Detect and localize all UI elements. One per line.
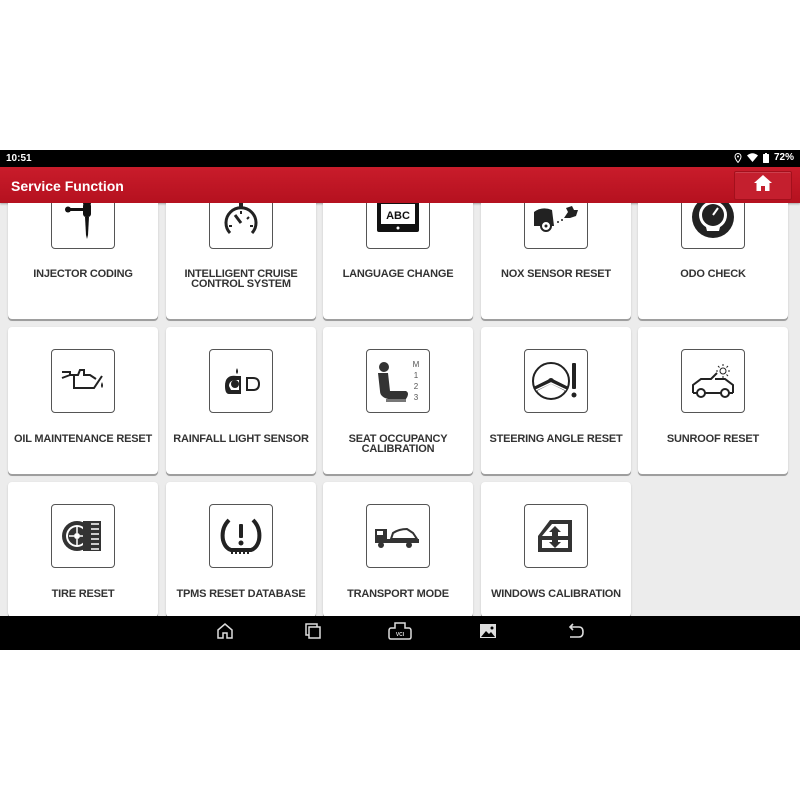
function-label: INJECTOR CODING — [33, 268, 133, 280]
function-label: NOX SENSOR RESET — [501, 268, 611, 280]
function-label: STEERING ANGLE RESET — [489, 433, 623, 445]
device-screen: 10:51 72% Service Function INJECTOR CODI… — [0, 150, 800, 650]
tow-truck-icon — [366, 504, 430, 568]
svg-text:3: 3 — [414, 393, 419, 402]
language-abc-icon: ABC — [366, 203, 430, 249]
status-time: 10:51 — [6, 153, 32, 164]
function-label: ODO CHECK — [680, 268, 746, 280]
window-icon — [524, 504, 588, 568]
seat-icon: M 1 2 3 — [366, 349, 430, 413]
sunroof-car-icon — [681, 349, 745, 413]
svg-text:1: 1 — [414, 371, 419, 380]
function-card-tpms-reset-database[interactable]: TPMS RESET DATABASE — [166, 482, 316, 616]
location-icon — [734, 152, 742, 163]
function-label: WINDOWS CALIBRATION — [491, 588, 621, 600]
function-label: SEAT OCCUPANCY CALIBRATION — [348, 433, 448, 455]
function-label: SUNROOF RESET — [666, 433, 760, 445]
nav-back-button[interactable] — [564, 622, 586, 644]
battery-percent: 72% — [773, 152, 794, 163]
function-card-language-change[interactable]: ABC LANGUAGE CHANGE — [323, 203, 473, 319]
status-bar: 10:51 72% — [0, 150, 800, 167]
function-card-seat-occupancy-calibration[interactable]: M 1 2 3 SEAT OCCUPANCY CALIBRATION — [323, 327, 473, 474]
function-label: TRANSPORT MODE — [347, 588, 449, 600]
nav-vci-button[interactable]: VCI — [388, 621, 412, 645]
cruise-control-icon — [209, 203, 273, 249]
svg-text:M: M — [413, 360, 420, 369]
function-label: RAINFALL LIGHT SENSOR — [173, 433, 309, 445]
odometer-icon — [681, 203, 745, 249]
tire-icon — [51, 504, 115, 568]
function-card-odo-check[interactable]: ODO CHECK — [638, 203, 788, 319]
battery-icon — [762, 152, 769, 163]
function-card-sunroof-reset[interactable]: SUNROOF RESET — [638, 327, 788, 474]
function-card-nox-sensor-reset[interactable]: NOX SENSOR RESET — [481, 203, 631, 319]
function-card-tire-reset[interactable]: TIRE RESET — [8, 482, 158, 616]
nav-home-button[interactable] — [214, 622, 236, 645]
home-icon — [216, 622, 234, 645]
app-header: Service Function — [0, 167, 800, 203]
function-card-oil-maintenance-reset[interactable]: OIL MAINTENANCE RESET — [8, 327, 158, 474]
function-label: OIL MAINTENANCE RESET — [14, 433, 152, 445]
recent-apps-icon — [304, 622, 322, 645]
back-icon — [566, 622, 584, 644]
function-card-transport-mode[interactable]: TRANSPORT MODE — [323, 482, 473, 616]
rain-light-sensor-icon — [209, 349, 273, 413]
home-button[interactable] — [734, 171, 792, 200]
svg-text:VCI: VCI — [396, 632, 405, 638]
page-title: Service Function — [11, 178, 124, 194]
function-label: TPMS RESET DATABASE — [176, 588, 306, 600]
function-card-injector-coding[interactable]: INJECTOR CODING — [8, 203, 158, 319]
function-label: LANGUAGE CHANGE — [342, 268, 454, 280]
status-icons: 72% — [734, 152, 794, 163]
home-icon — [754, 175, 772, 196]
function-card-windows-calibration[interactable]: WINDOWS CALIBRATION — [481, 482, 631, 616]
svg-text:2: 2 — [414, 382, 419, 391]
steering-wheel-icon — [524, 349, 588, 413]
nav-gallery-button[interactable] — [477, 623, 499, 643]
injector-icon — [51, 203, 115, 249]
nav-recent-apps-button[interactable] — [302, 622, 324, 645]
function-grid-scroll[interactable]: INJECTOR CODING INTELLIGENT CRUISE CONTR… — [0, 203, 800, 616]
oil-can-icon — [51, 349, 115, 413]
function-card-cruise-control[interactable]: INTELLIGENT CRUISE CONTROL SYSTEM — [166, 203, 316, 319]
vci-icon: VCI — [388, 621, 412, 645]
wifi-icon — [746, 153, 758, 162]
function-card-rainfall-light-sensor[interactable]: RAINFALL LIGHT SENSOR — [166, 327, 316, 474]
language-icon-text: ABC — [386, 210, 410, 222]
gallery-icon — [479, 623, 497, 644]
tpms-icon — [209, 504, 273, 568]
nox-sensor-icon — [524, 203, 588, 249]
function-label: INTELLIGENT CRUISE CONTROL SYSTEM — [184, 268, 298, 290]
function-card-steering-angle-reset[interactable]: STEERING ANGLE RESET — [481, 327, 631, 474]
android-nav-bar: VCI — [0, 616, 800, 650]
function-label: TIRE RESET — [51, 588, 115, 600]
